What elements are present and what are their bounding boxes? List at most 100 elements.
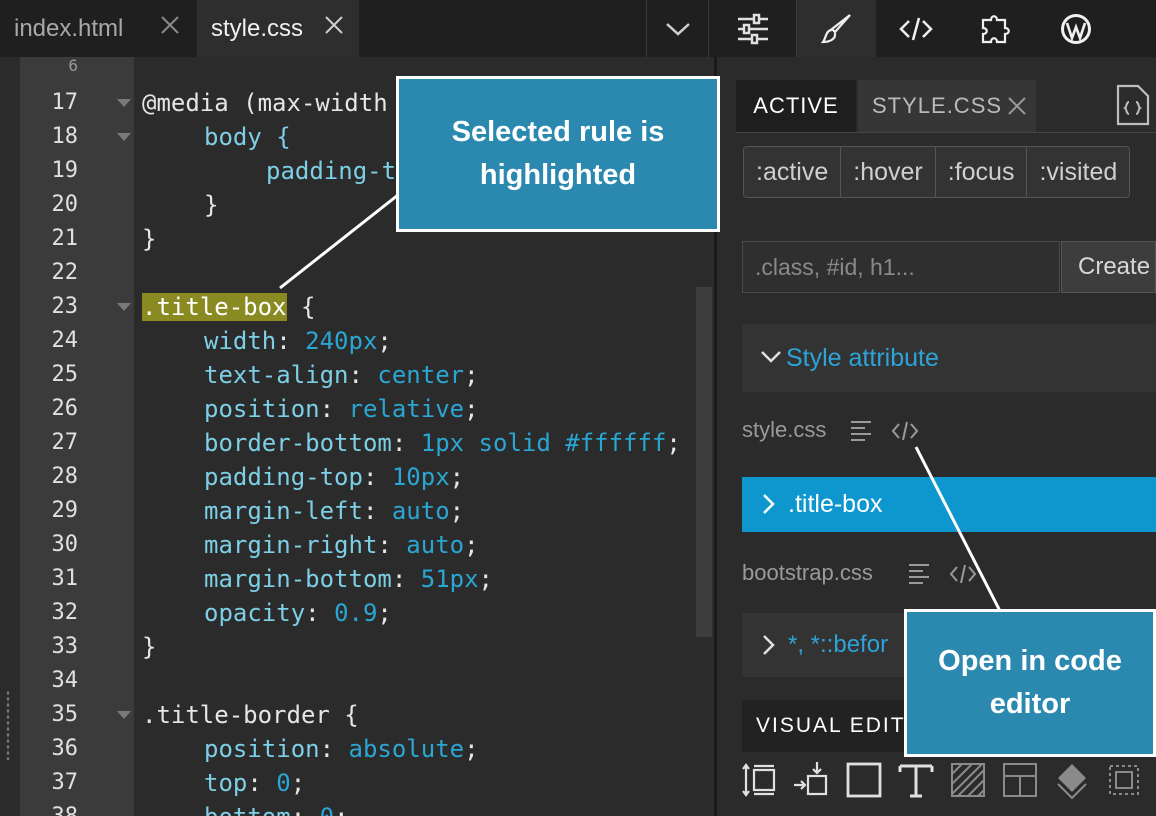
code-icon[interactable] [876,0,956,57]
line-number: 25 [51,362,79,387]
code-line: } [142,222,156,256]
chevron-right-icon [763,635,775,655]
fold-arrow-icon[interactable] [117,99,131,107]
tab-index-html[interactable]: index.html [0,0,195,57]
tab-bar: index.html style.css [0,0,1156,57]
file-braces-icon[interactable] [1114,84,1150,126]
layers-icon[interactable] [1052,760,1092,800]
close-icon[interactable] [159,14,181,36]
layout-icon[interactable] [1000,760,1040,800]
code-punctuation: ; [464,531,479,559]
code-punctuation: : [391,429,421,457]
css-declaration: bottom: 0; [204,800,349,816]
rule-title-box[interactable]: .title-box [742,477,1156,532]
tab-label: ACTIVE [753,93,839,118]
open-code-icon[interactable] [949,563,977,585]
state-focus-button[interactable]: :focus [935,147,1028,197]
tab-style-css-panel[interactable]: STYLE.CSS [858,80,1036,132]
code-punctuation: : [305,599,335,627]
tab-label: STYLE.CSS [872,93,1003,118]
css-value: 1px solid #ffffff [420,429,667,457]
margin-icon[interactable] [792,760,832,800]
sliders-icon[interactable] [708,0,796,57]
code-punctuation: : [291,803,320,816]
line-number: 19 [51,158,79,183]
css-property: bottom [204,803,291,816]
close-icon[interactable] [1006,95,1028,117]
state-active-button[interactable]: :active [744,147,842,197]
code-punctuation: ; [464,395,479,423]
state-hover-button[interactable]: :hover [841,147,936,197]
chevron-right-icon [763,494,775,514]
resize-handle[interactable] [6,690,10,760]
css-property: padding-top [204,463,363,491]
border-icon[interactable] [844,760,884,800]
grid-select-icon[interactable] [1104,760,1144,800]
css-declaration: position: absolute; [204,732,479,766]
line-number: 26 [51,396,79,421]
code-text: { [286,293,316,321]
code-line: } [204,188,218,222]
line-number: 32 [51,600,79,625]
tab-label: index.html [14,14,124,42]
fold-arrow-icon[interactable] [117,303,131,311]
tab-style-css[interactable]: style.css [197,0,359,57]
brush-icon[interactable] [796,0,876,57]
code-line: } [142,630,156,664]
code-text: body { [204,123,291,151]
padding-icon[interactable] [740,760,780,800]
code-punctuation: : [247,769,277,797]
code-punctuation: : [348,361,378,389]
code-punctuation: ; [449,463,465,491]
source-file-label: bootstrap.css [742,560,873,585]
css-value: center [377,361,465,389]
background-icon[interactable] [948,760,988,800]
css-declaration: border-bottom: 1px solid #ffffff; [204,426,681,460]
code-line: body { [204,120,291,154]
code-punctuation: : [276,327,306,355]
line-number: 24 [51,328,79,353]
text-icon[interactable] [896,760,936,800]
css-value: relative [348,395,465,423]
code-punctuation: ; [334,803,348,816]
close-icon[interactable] [323,14,345,36]
css-declaration: position: relative; [204,392,479,426]
tab-label: style.css [211,14,304,42]
css-declaration: top: 0; [204,766,305,800]
align-left-icon[interactable] [907,561,935,587]
line-number: 37 [51,770,79,795]
line-number: 31 [51,566,79,591]
css-property: position [204,395,320,423]
wordpress-icon[interactable] [1036,0,1116,57]
css-value: 51px [420,565,479,593]
fold-arrow-icon[interactable] [117,133,131,141]
css-value: auto [406,531,465,559]
css-property: border-bottom [204,429,392,457]
selector-input[interactable] [742,241,1060,293]
code-punctuation: ; [464,735,479,763]
selected-rule-highlight[interactable]: .title-box [142,293,287,321]
code-text: } [204,191,219,219]
line-number: 20 [51,192,79,217]
css-declaration: margin-bottom: 51px; [204,562,493,596]
tab-active[interactable]: ACTIVE [736,80,856,132]
code-line: .title-box { [142,290,315,324]
style-attribute-section[interactable]: Style attribute [742,324,1156,392]
scrollbar-thumb[interactable] [696,287,712,637]
chevron-down-icon[interactable] [646,0,708,57]
align-left-icon[interactable] [849,418,877,444]
line-number: 22 [51,260,79,285]
fold-arrow-icon[interactable] [117,711,131,719]
code-text: .title-border { [142,701,359,729]
tab-divider [736,132,1156,133]
puzzle-icon[interactable] [956,0,1036,57]
css-property: width [204,327,277,355]
create-button[interactable]: Create [1061,241,1156,293]
state-visited-button[interactable]: :visited [1027,147,1130,197]
code-punctuation: ; [290,769,306,797]
code-punctuation: : [319,735,349,763]
open-code-icon[interactable] [891,420,919,442]
css-declaration: padding-top: 10px; [204,460,464,494]
line-number: 18 [51,124,79,149]
css-property: margin-right [204,531,378,559]
